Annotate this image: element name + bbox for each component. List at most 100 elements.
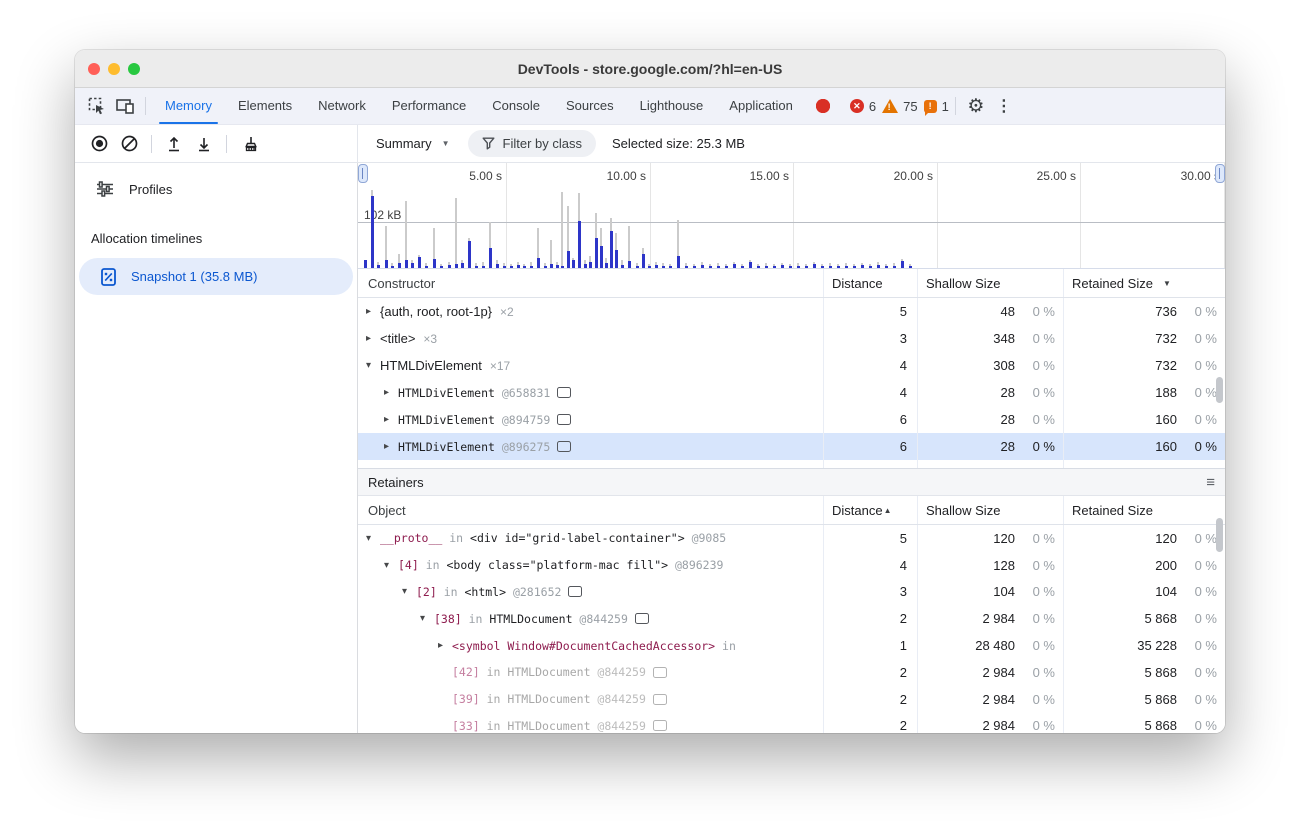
fullscreen-window-button[interactable] — [128, 63, 140, 75]
tab-sources[interactable]: Sources — [553, 88, 627, 124]
retainers-scrollbar-thumb[interactable] — [1216, 518, 1223, 552]
class-filter-input[interactable]: Filter by class — [468, 130, 596, 157]
issues-icon: ! — [924, 100, 937, 113]
object-column-header[interactable]: Object — [358, 496, 823, 524]
allocation-bar-live — [909, 266, 912, 268]
device-toolbar-button[interactable] — [111, 92, 139, 120]
reveal-element-icon[interactable] — [557, 441, 571, 452]
minimize-window-button[interactable] — [108, 63, 120, 75]
retainer-row[interactable]: ▾[4] in <body class="platform-mac fill">… — [358, 552, 1225, 579]
retainers-menu-icon[interactable]: ≡ — [1206, 475, 1215, 490]
error-icon — [816, 99, 830, 113]
constructor-row[interactable]: ▸HTMLDivElement @6588314280 %1880 % — [358, 379, 1225, 406]
allocation-bar-total — [561, 192, 563, 268]
retainer-property: <symbol Window#DocumentCachedAccessor> — [452, 639, 715, 653]
distance-column-header[interactable]: Distance — [823, 269, 917, 297]
reveal-element-icon[interactable] — [653, 720, 667, 731]
collapse-arrow-icon[interactable]: ▾ — [402, 586, 416, 597]
reveal-element-icon[interactable] — [557, 387, 571, 398]
sort-descending-icon: ▼ — [1163, 279, 1171, 288]
retainer-row[interactable]: ▸[33] in HTMLDocument @84425922 9840 %5 … — [358, 713, 1225, 733]
in-keyword: in — [442, 531, 470, 545]
retained-size-cell: 1200 % — [1063, 525, 1225, 552]
retainer-row[interactable]: ▸[39] in HTMLDocument @84425922 9840 %5 … — [358, 686, 1225, 713]
constructor-row[interactable]: ▸<title>×333480 %7320 % — [358, 325, 1225, 352]
retained-size-value: 5 868 — [1144, 718, 1177, 733]
retainers-distance-column-header[interactable]: Distance ▲ — [823, 496, 917, 524]
timeline-overview[interactable]: 5.00 s10.00 s15.00 s20.00 s25.00 s30.00 … — [358, 163, 1225, 269]
expand-arrow-icon[interactable]: ▸ — [366, 306, 380, 317]
retained-size-value: 188 — [1155, 385, 1177, 400]
expand-arrow-icon[interactable]: ▸ — [384, 414, 398, 425]
expand-arrow-icon[interactable]: ▸ — [438, 640, 452, 651]
retainer-row[interactable]: ▸<symbol Window#DocumentCachedAccessor> … — [358, 632, 1225, 659]
issues-badge[interactable]: ! 1 — [924, 99, 949, 114]
settings-button[interactable]: ⚙ — [962, 92, 990, 120]
expand-arrow-icon[interactable]: ▸ — [384, 441, 398, 452]
expand-arrow-icon[interactable]: ▸ — [384, 387, 398, 398]
collect-garbage-button[interactable] — [235, 130, 263, 158]
tab-lighthouse[interactable]: Lighthouse — [627, 88, 717, 124]
tab-performance[interactable]: Performance — [379, 88, 479, 124]
selection-handle-left[interactable] — [358, 164, 368, 183]
in-keyword: in — [419, 558, 447, 572]
retainer-row[interactable]: ▸[42] in HTMLDocument @84425922 9840 %5 … — [358, 659, 1225, 686]
tab-network[interactable]: Network — [305, 88, 379, 124]
shallow-size-value: 348 — [993, 331, 1015, 346]
distance-cell: 2 — [823, 686, 917, 713]
reveal-element-icon[interactable] — [653, 667, 667, 678]
tab-elements[interactable]: Elements — [225, 88, 305, 124]
retainers-grid-header: Object Distance ▲ Shallow Size Retained … — [358, 496, 1225, 525]
distance-cell: 1 — [823, 632, 917, 659]
constructor-row[interactable]: ▸HTMLDivElement @8947596280 %1600 % — [358, 406, 1225, 433]
close-window-button[interactable] — [88, 63, 100, 75]
allocation-bar-live — [725, 266, 728, 268]
warning-badge[interactable]: 75 — [882, 99, 917, 114]
reveal-element-icon[interactable] — [635, 613, 649, 624]
take-snapshot-button[interactable] — [85, 130, 113, 158]
profiles-header[interactable]: Profiles — [75, 171, 357, 207]
collapse-arrow-icon[interactable]: ▾ — [366, 533, 380, 544]
retainer-row[interactable]: ▾[38] in HTMLDocument @84425922 9840 %5 … — [358, 605, 1225, 632]
reveal-element-icon[interactable] — [653, 694, 667, 705]
constructor-row[interactable]: ▸{auth, root, root-1p}×25480 %7360 % — [358, 298, 1225, 325]
shallow-size-cell: 3080 % — [917, 352, 1063, 379]
load-profile-button[interactable] — [160, 130, 188, 158]
selection-handle-right[interactable] — [1215, 164, 1225, 183]
reveal-element-icon[interactable] — [557, 414, 571, 425]
save-profile-button[interactable] — [190, 130, 218, 158]
object-id: @894759 — [495, 413, 550, 427]
tab-application[interactable]: Application — [716, 88, 806, 124]
retainers-retained-size-column-header[interactable]: Retained Size — [1063, 496, 1225, 524]
clear-profiles-button[interactable] — [115, 130, 143, 158]
reveal-element-icon[interactable] — [568, 586, 582, 597]
snapshot-item[interactable]: Snapshot 1 (35.8 MB) — [79, 258, 353, 295]
object-cell: ▾[2] in <html> @281652 — [358, 579, 823, 606]
tab-console[interactable]: Console — [479, 88, 553, 124]
constructor-column-header[interactable]: Constructor — [358, 269, 823, 297]
distance-cell: 6 — [823, 406, 917, 433]
perspective-select[interactable]: Summary ▼ — [370, 132, 456, 155]
allocation-timelines-section-label: Allocation timelines — [75, 207, 357, 250]
shallow-size-column-header[interactable]: Shallow Size — [917, 269, 1063, 297]
more-options-button[interactable]: ⋮ — [990, 92, 1018, 120]
tab-memory[interactable]: Memory — [152, 88, 225, 124]
retained-size-column-header[interactable]: Retained Size ▼ — [1063, 269, 1225, 297]
collapse-arrow-icon[interactable]: ▾ — [420, 613, 434, 624]
retainer-row[interactable]: ▾__proto__ in <div id="grid-label-contai… — [358, 525, 1225, 552]
collapse-arrow-icon[interactable]: ▾ — [384, 560, 398, 571]
shallow-size-percent: 0 % — [1015, 304, 1055, 319]
retainers-shallow-size-column-header[interactable]: Shallow Size — [917, 496, 1063, 524]
retained-size-percent: 0 % — [1177, 584, 1217, 599]
constructor-row[interactable]: ▸HTMLDivElement — [358, 460, 1225, 468]
constructor-row[interactable]: ▾HTMLDivElement×1743080 %7320 % — [358, 352, 1225, 379]
allocation-bar-live — [829, 266, 832, 268]
constructor-scrollbar-thumb[interactable] — [1216, 377, 1223, 403]
collapse-arrow-icon[interactable]: ▾ — [366, 360, 380, 371]
constructor-row[interactable]: ▸HTMLDivElement @8962756280 %1600 % — [358, 433, 1225, 460]
expand-arrow-icon[interactable]: ▸ — [366, 333, 380, 344]
retainer-property: [2] — [416, 585, 437, 599]
retainer-row[interactable]: ▾[2] in <html> @28165231040 %1040 % — [358, 579, 1225, 606]
error-badge[interactable]: ✕ 6 — [816, 99, 876, 114]
inspect-element-button[interactable] — [83, 92, 111, 120]
